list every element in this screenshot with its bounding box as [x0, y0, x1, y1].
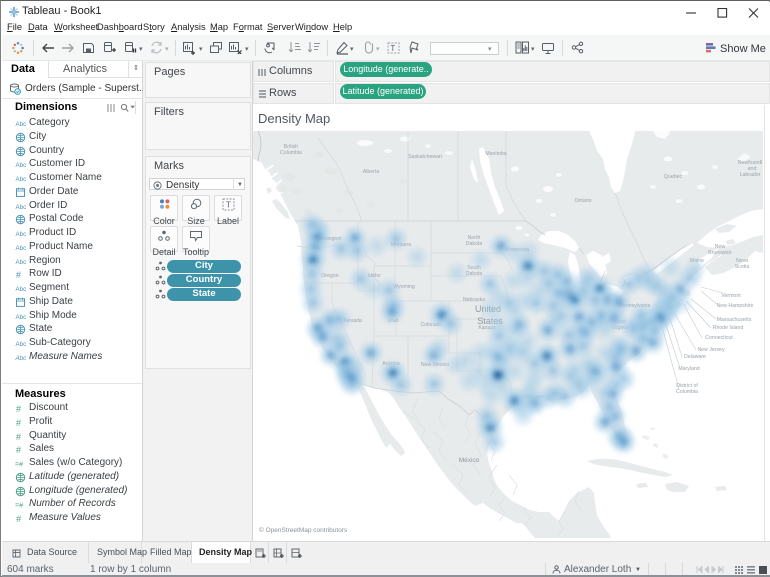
- svg-text:Abc: Abc: [16, 286, 27, 293]
- svg-text:Abc: Abc: [16, 259, 27, 266]
- svg-text:México: México: [459, 457, 480, 464]
- svg-text:Labrador: Labrador: [740, 172, 761, 178]
- svg-text:Manitoba: Manitoba: [485, 151, 506, 157]
- svg-text:Alberta: Alberta: [363, 169, 380, 175]
- svg-text:Brunswick: Brunswick: [708, 250, 732, 256]
- svg-text:Connecticut: Connecticut: [705, 335, 733, 341]
- svg-text:Ontario: Ontario: [574, 198, 591, 204]
- svg-text:Abc: Abc: [16, 204, 27, 211]
- svg-text:=#: =#: [15, 503, 23, 510]
- svg-text:Nebraska: Nebraska: [463, 297, 485, 303]
- svg-text:Vermont: Vermont: [721, 293, 741, 299]
- svg-text:Abc: Abc: [16, 314, 27, 321]
- svg-text:Abc: Abc: [16, 121, 27, 128]
- svg-text:Maryland: Maryland: [678, 366, 699, 372]
- svg-text:=#: =#: [15, 462, 23, 469]
- svg-text:New Hampshire: New Hampshire: [717, 303, 754, 309]
- svg-text:Dakota: Dakota: [466, 271, 483, 277]
- svg-text:© OpenStreetMap contributors: © OpenStreetMap contributors: [259, 526, 348, 534]
- svg-text:Dakota: Dakota: [466, 241, 483, 247]
- svg-text:Columbia: Columbia: [280, 150, 302, 156]
- svg-text:#: #: [16, 445, 21, 455]
- svg-text:Massachusetts: Massachusetts: [717, 317, 752, 323]
- svg-text:#: #: [16, 432, 21, 442]
- svg-text:Delaware: Delaware: [684, 354, 706, 360]
- svg-text:T: T: [390, 44, 395, 53]
- svg-text:Abc: Abc: [16, 162, 27, 169]
- svg-text:#: #: [16, 270, 21, 280]
- svg-text:#: #: [16, 514, 22, 524]
- svg-text:#: #: [16, 418, 21, 428]
- svg-text:Oregon: Oregon: [321, 273, 338, 279]
- svg-text:Abc: Abc: [16, 231, 27, 238]
- svg-text:Abc: Abc: [15, 355, 27, 362]
- svg-text:New Jersey: New Jersey: [697, 347, 725, 353]
- svg-text:T: T: [225, 200, 230, 210]
- svg-text:Saskatchewan: Saskatchewan: [408, 154, 442, 160]
- svg-text:Scotia: Scotia: [735, 264, 750, 270]
- svg-text:Rhode Island: Rhode Island: [713, 325, 744, 331]
- svg-text:Abc: Abc: [16, 245, 27, 252]
- svg-text:Columbia: Columbia: [676, 389, 698, 395]
- svg-text:#: #: [16, 404, 21, 414]
- svg-text:Quebec: Quebec: [664, 174, 683, 180]
- svg-text:Abc: Abc: [16, 341, 27, 348]
- svg-text:Abc: Abc: [16, 176, 27, 183]
